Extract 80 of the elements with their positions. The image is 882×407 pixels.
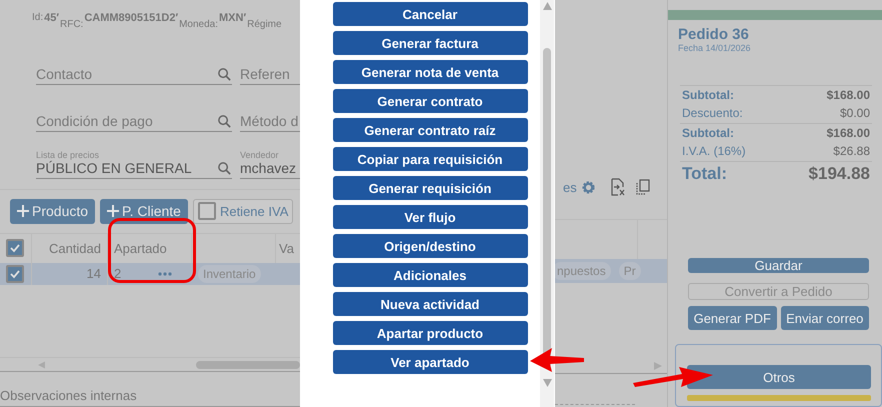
order-date: Fecha 14/01/2026: [677, 43, 752, 53]
email-button[interactable]: Enviar correo: [780, 306, 869, 330]
menu-button[interactable]: Generar contrato raíz: [332, 118, 528, 142]
id-value: 45′: [44, 12, 59, 24]
copy-icon[interactable]: [636, 179, 650, 195]
others-button[interactable]: Otros: [687, 365, 871, 389]
table-cell: 2: [114, 266, 122, 282]
scrollbar-thumb[interactable]: [196, 360, 300, 369]
more-icon[interactable]: [158, 272, 172, 276]
add-button[interactable]: Producto: [10, 198, 96, 224]
select-field[interactable]: Lista de precios PÚBLICO EN GENERAL: [36, 132, 232, 180]
search-field[interactable]: Contacto: [36, 38, 232, 86]
settings-label: es: [563, 180, 577, 194]
total-value: $194.88: [808, 164, 870, 185]
check-icon: [9, 242, 21, 254]
menu-button[interactable]: Apartar producto: [332, 321, 528, 345]
field-value: PÚBLICO EN GENERAL: [36, 160, 192, 176]
total-label: Total:: [682, 164, 728, 185]
menu-button[interactable]: Generar factura: [332, 31, 528, 55]
menu-button[interactable]: Adicionales: [332, 263, 528, 287]
rfc-value: CAMM8905151D2′: [84, 12, 178, 24]
menu-button[interactable]: Nueva actividad: [332, 292, 528, 316]
check-icon: [9, 268, 21, 280]
pointer-arrow: [530, 346, 585, 374]
search-icon[interactable]: [217, 160, 232, 176]
row-checkbox[interactable]: [6, 264, 24, 283]
total-label: Subtotal:: [682, 126, 734, 142]
pdf-button[interactable]: Generar PDF: [688, 306, 776, 330]
field-label: Vendedor: [240, 150, 280, 160]
menu-button[interactable]: Cancelar: [332, 2, 528, 26]
menu-button[interactable]: Generar contrato: [332, 89, 528, 113]
file-export-icon[interactable]: [610, 178, 626, 196]
field-placeholder: Referen: [240, 66, 290, 82]
total-value: $0.00: [840, 106, 870, 122]
search-icon[interactable]: [217, 66, 232, 82]
menu-button[interactable]: Copiar para requisición: [332, 147, 528, 171]
select-all-checkbox[interactable]: [6, 239, 24, 258]
regime-label: Régime: [247, 19, 282, 30]
save-button[interactable]: Guardar: [688, 258, 869, 273]
search-field[interactable]: Condición de pago: [36, 85, 232, 132]
settings-icon[interactable]: [580, 180, 596, 194]
field-placeholder: Condición de pago: [36, 113, 153, 130]
total-label: Descuento:: [682, 106, 743, 122]
rfc-label: RFC:: [60, 19, 84, 30]
search-icon[interactable]: [217, 114, 232, 129]
menu-button[interactable]: Ver flujo: [332, 205, 528, 229]
plus-icon: [17, 205, 29, 218]
total-value: $168.00: [826, 88, 870, 104]
currency-label: Moneda:: [179, 19, 218, 30]
order-title: Pedido 36: [677, 25, 750, 43]
field-placeholder: Contacto: [36, 66, 92, 82]
menu-button[interactable]: Ver apartado: [332, 350, 528, 374]
notes-placeholder: Observaciones internas: [0, 388, 137, 403]
scroll-left-icon[interactable]: [38, 360, 46, 369]
scroll-right-icon[interactable]: [654, 362, 663, 370]
tag: Inventario: [198, 264, 261, 283]
total-value: $26.88: [833, 144, 870, 160]
scroll-down-icon[interactable]: [542, 379, 552, 387]
tag: npuestos: [555, 262, 611, 280]
field-value: mchavez: [240, 160, 296, 176]
scrollbar-thumb[interactable]: [543, 48, 551, 368]
field-label: Lista de precios: [36, 150, 100, 160]
tag: Pr: [618, 262, 641, 280]
column-header: Apartado: [114, 240, 167, 256]
menu-button[interactable]: Generar nota de venta: [332, 60, 528, 84]
scroll-up-icon[interactable]: [542, 2, 552, 10]
menu-button[interactable]: Origen/destino: [332, 234, 528, 258]
total-label: I.V.A. (16%): [682, 144, 746, 160]
total-value: $168.00: [826, 126, 870, 142]
plus-icon: [107, 205, 120, 218]
menu-button[interactable]: Generar requisición: [332, 176, 528, 200]
column-header: Cantidad: [48, 240, 101, 256]
id-label: Id:: [32, 12, 44, 23]
add-button[interactable]: P. Cliente: [100, 198, 188, 224]
total-label: Subtotal:: [682, 88, 734, 104]
table-cell: 14: [86, 266, 101, 282]
field-placeholder: Método d: [240, 113, 298, 130]
column-header: Va: [279, 240, 294, 256]
currency-value: MXN′: [219, 12, 246, 24]
retiene-iva-toggle[interactable]: Retiene IVA: [192, 198, 294, 224]
